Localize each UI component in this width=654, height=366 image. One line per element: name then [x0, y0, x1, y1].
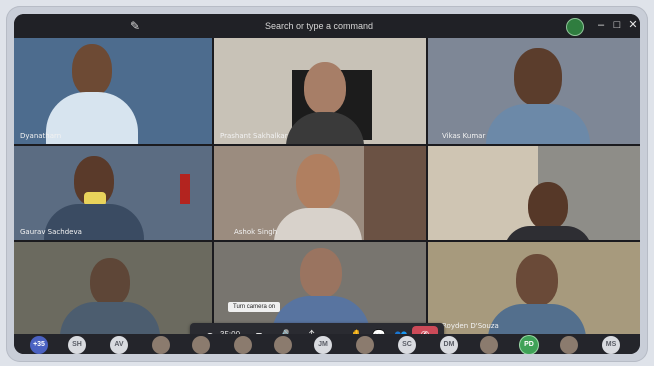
video-tile[interactable]	[214, 242, 426, 334]
video-tile[interactable]: Vikas Kumar	[428, 38, 640, 144]
search-input[interactable]: Search or type a command	[234, 18, 404, 34]
compose-icon[interactable]: ✎	[130, 19, 140, 33]
roster-avatar[interactable]: SH	[68, 336, 86, 354]
tooltip: Turn camera on	[228, 302, 281, 312]
roster-avatar[interactable]	[356, 336, 374, 354]
roster-avatar[interactable]: SC	[398, 336, 416, 354]
video-tile[interactable]: Royden D'Souza	[428, 242, 640, 334]
close-icon[interactable]: ✕	[626, 18, 640, 32]
roster-avatar[interactable]: AV	[110, 336, 128, 354]
video-tile[interactable]	[14, 242, 212, 334]
title-bar: ✎ Search or type a command – □ ✕	[14, 14, 640, 38]
photo-frame: ✎ Search or type a command – □ ✕ Dyanath…	[6, 6, 648, 362]
participant-name: Gaurav Sachdeva	[20, 228, 82, 236]
roster-avatar[interactable]	[274, 336, 292, 354]
roster-avatar[interactable]	[560, 336, 578, 354]
participant-name: Royden D'Souza	[442, 322, 499, 330]
roster-avatar[interactable]: +35	[30, 336, 48, 354]
minimize-icon[interactable]: –	[594, 18, 608, 32]
roster-avatar[interactable]: MS	[602, 336, 620, 354]
roster-avatar[interactable]	[480, 336, 498, 354]
roster-avatar[interactable]	[234, 336, 252, 354]
participant-name: Dyanatharn	[20, 132, 62, 140]
video-tile[interactable]: Prashant Sakhalkar	[214, 38, 426, 144]
participant-name: Vikas Kumar	[442, 132, 486, 140]
video-grid: Dyanatharn Prashant Sakhalkar Vikas Kuma…	[14, 38, 640, 349]
roster-avatar[interactable]: PD	[520, 336, 538, 354]
roster-avatar[interactable]: JM	[314, 336, 332, 354]
roster-avatar[interactable]	[152, 336, 170, 354]
teams-window: ✎ Search or type a command – □ ✕ Dyanath…	[14, 14, 640, 354]
participant-roster: +35 SH AV JM SC DM PD MS	[14, 334, 640, 354]
participant-name: Ashok Singh	[234, 228, 278, 236]
video-tile[interactable]: Gaurav Sachdeva	[14, 146, 212, 240]
video-tile[interactable]	[428, 146, 640, 240]
profile-avatar[interactable]	[566, 18, 584, 36]
roster-avatar[interactable]	[192, 336, 210, 354]
maximize-icon[interactable]: □	[610, 18, 624, 32]
video-tile[interactable]: Ashok Singh	[214, 146, 426, 240]
video-tile[interactable]: Dyanatharn	[14, 38, 212, 144]
participant-name: Prashant Sakhalkar	[220, 132, 288, 140]
roster-avatar[interactable]: DM	[440, 336, 458, 354]
